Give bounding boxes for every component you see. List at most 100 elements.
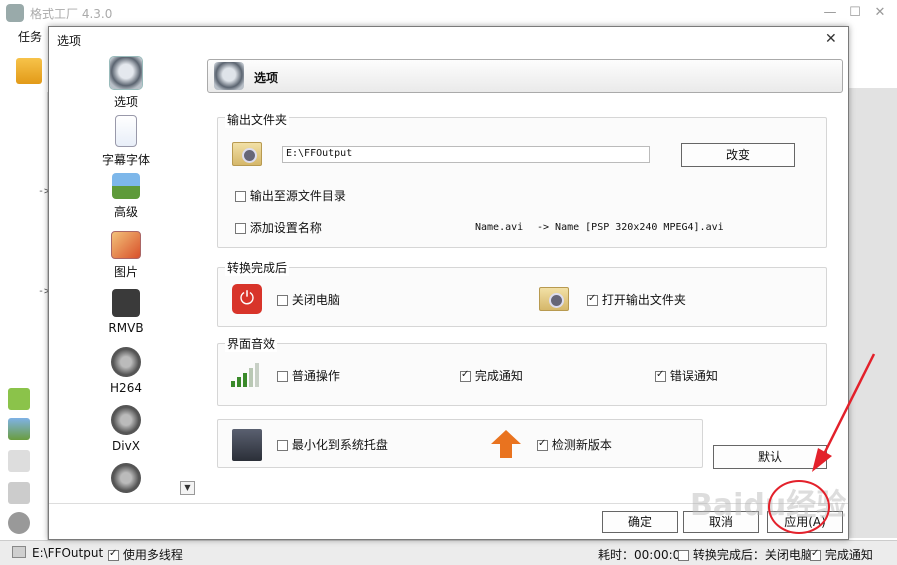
checkbox[interactable] (277, 295, 288, 306)
options-icon (109, 56, 143, 90)
minimize-tray-option[interactable]: 最小化到系统托盘 (277, 436, 388, 453)
complete-sound-option[interactable]: 完成通知 (460, 367, 523, 384)
film-reel-icon (111, 463, 141, 493)
check-update-option[interactable]: 检测新版本 (537, 436, 612, 453)
minimize-button[interactable]: — (820, 4, 840, 22)
elapsed-time: 耗时：00:00:00 (598, 548, 688, 562)
nav-item-h264[interactable]: H264 (101, 347, 151, 395)
output-to-source-option[interactable]: 输出至源文件目录 (235, 187, 346, 204)
document-icon[interactable] (8, 450, 30, 472)
nav-item-more[interactable] (101, 463, 151, 493)
annotation-circle (768, 480, 830, 534)
nav-item-divx[interactable]: DivX (101, 405, 151, 453)
group-title: 界面音效 (225, 335, 278, 352)
multithread-checkbox[interactable]: 使用多线程 (108, 546, 183, 563)
maximize-button[interactable]: ☐ (845, 4, 865, 22)
checkbox[interactable] (587, 293, 598, 306)
option-label: 输出至源文件目录 (249, 189, 346, 203)
output-path-field[interactable]: E:\FFOutput (282, 146, 650, 163)
nav-item-options[interactable]: 选项 (101, 56, 151, 110)
output-folder-icon (12, 546, 26, 558)
header-title: 选项 (254, 71, 279, 85)
dialog-close-button[interactable]: ✕ (825, 31, 837, 47)
system-tray-icon (232, 429, 262, 461)
error-sound-option[interactable]: 错误通知 (655, 367, 718, 384)
group-title: 转换完成后 (225, 259, 290, 276)
open-folder-icon (539, 287, 569, 311)
app-icon (6, 4, 24, 22)
folder-icon[interactable] (16, 58, 42, 84)
nav-label: 字幕字体 (101, 153, 150, 167)
divx-icon (111, 405, 141, 435)
annotation-arrow (800, 350, 880, 478)
open-output-option[interactable]: 打开输出文件夹 (587, 291, 686, 308)
nav-item-subtitle-font[interactable]: 字幕字体 (101, 115, 151, 168)
change-folder-button[interactable]: 改变 (681, 143, 795, 167)
nav-label: DivX (112, 439, 140, 453)
folder-icon (232, 142, 262, 166)
add-setting-name-option[interactable]: 添加设置名称 (235, 219, 322, 236)
main-task-column (8, 92, 48, 540)
nav-item-picture[interactable]: 图片 (101, 231, 151, 280)
checkbox[interactable] (235, 223, 246, 234)
option-label: 添加设置名称 (249, 221, 322, 235)
nav-label: RMVB (108, 321, 144, 335)
checkbox[interactable] (678, 550, 689, 561)
update-arrow-icon (491, 430, 521, 461)
ok-button[interactable]: 确定 (602, 511, 678, 533)
option-label: 检测新版本 (551, 438, 612, 452)
checkbox[interactable] (277, 440, 288, 451)
option-label: 错误通知 (669, 369, 718, 383)
option-label: 关闭电脑 (291, 293, 340, 307)
options-dialog: 选项 ✕ 选项 字幕字体 高级 图片 RMVB H264 DivX ▼ 选项 输… (48, 26, 849, 540)
checkbox[interactable] (108, 548, 119, 561)
nav-item-advanced[interactable]: 高级 (101, 173, 151, 220)
options-icon (214, 62, 244, 90)
disc-drive-icon[interactable] (8, 482, 30, 504)
nav-scroll-down-button[interactable]: ▼ (180, 481, 195, 495)
shutdown-option[interactable]: 关闭电脑 (277, 291, 340, 308)
checkbox[interactable] (810, 548, 821, 561)
after-done-label: 转换完成后：关闭电脑 (692, 548, 813, 562)
nav-item-rmvb[interactable]: RMVB (101, 289, 151, 335)
picture-icon (111, 231, 141, 259)
dialog-title: 选项 (57, 34, 82, 48)
nav-label: H264 (110, 381, 142, 395)
example-source-name: Name.avi (475, 222, 524, 233)
subtitle-font-icon (115, 115, 137, 147)
after-done-status[interactable]: 转换完成后：关闭电脑 (678, 546, 813, 563)
h264-icon (111, 347, 141, 377)
nav-label: 高级 (113, 205, 138, 219)
multithread-label: 使用多线程 (122, 548, 183, 562)
option-label: 完成通知 (474, 369, 523, 383)
audio-icon[interactable] (8, 388, 30, 410)
image-icon[interactable] (8, 418, 30, 440)
main-window-title: 格式工厂 4.3.0 (30, 7, 113, 21)
option-label: 打开输出文件夹 (601, 293, 686, 307)
power-icon: ⏻ (232, 284, 262, 314)
tools-icon[interactable] (8, 512, 30, 534)
rmvb-icon (112, 289, 140, 317)
notify-checkbox[interactable]: 完成通知 (810, 546, 873, 563)
group-title: 输出文件夹 (225, 111, 290, 128)
checkbox[interactable] (655, 369, 666, 382)
notify-label: 完成通知 (824, 548, 873, 562)
options-nav: 选项 字幕字体 高级 图片 RMVB H264 DivX (49, 55, 195, 503)
advanced-icon (112, 173, 140, 199)
menu-task[interactable]: 任务 (18, 28, 42, 45)
volume-bars-icon (231, 363, 263, 387)
options-header: 选项 (207, 59, 843, 93)
nav-label: 选项 (113, 95, 138, 109)
example-output-name: -> Name [PSP 320x240 MPEG4].avi (537, 222, 724, 233)
main-close-button[interactable]: ✕ (870, 4, 890, 22)
nav-label: 图片 (113, 265, 138, 279)
checkbox[interactable] (537, 438, 548, 451)
status-path: E:\FFOutput (32, 546, 104, 560)
normal-op-sound-option[interactable]: 普通操作 (277, 367, 340, 384)
main-title-bar (0, 0, 897, 26)
checkbox[interactable] (460, 369, 471, 382)
checkbox[interactable] (235, 191, 246, 202)
option-label: 普通操作 (291, 369, 340, 383)
option-label: 最小化到系统托盘 (291, 438, 388, 452)
checkbox[interactable] (277, 371, 288, 382)
